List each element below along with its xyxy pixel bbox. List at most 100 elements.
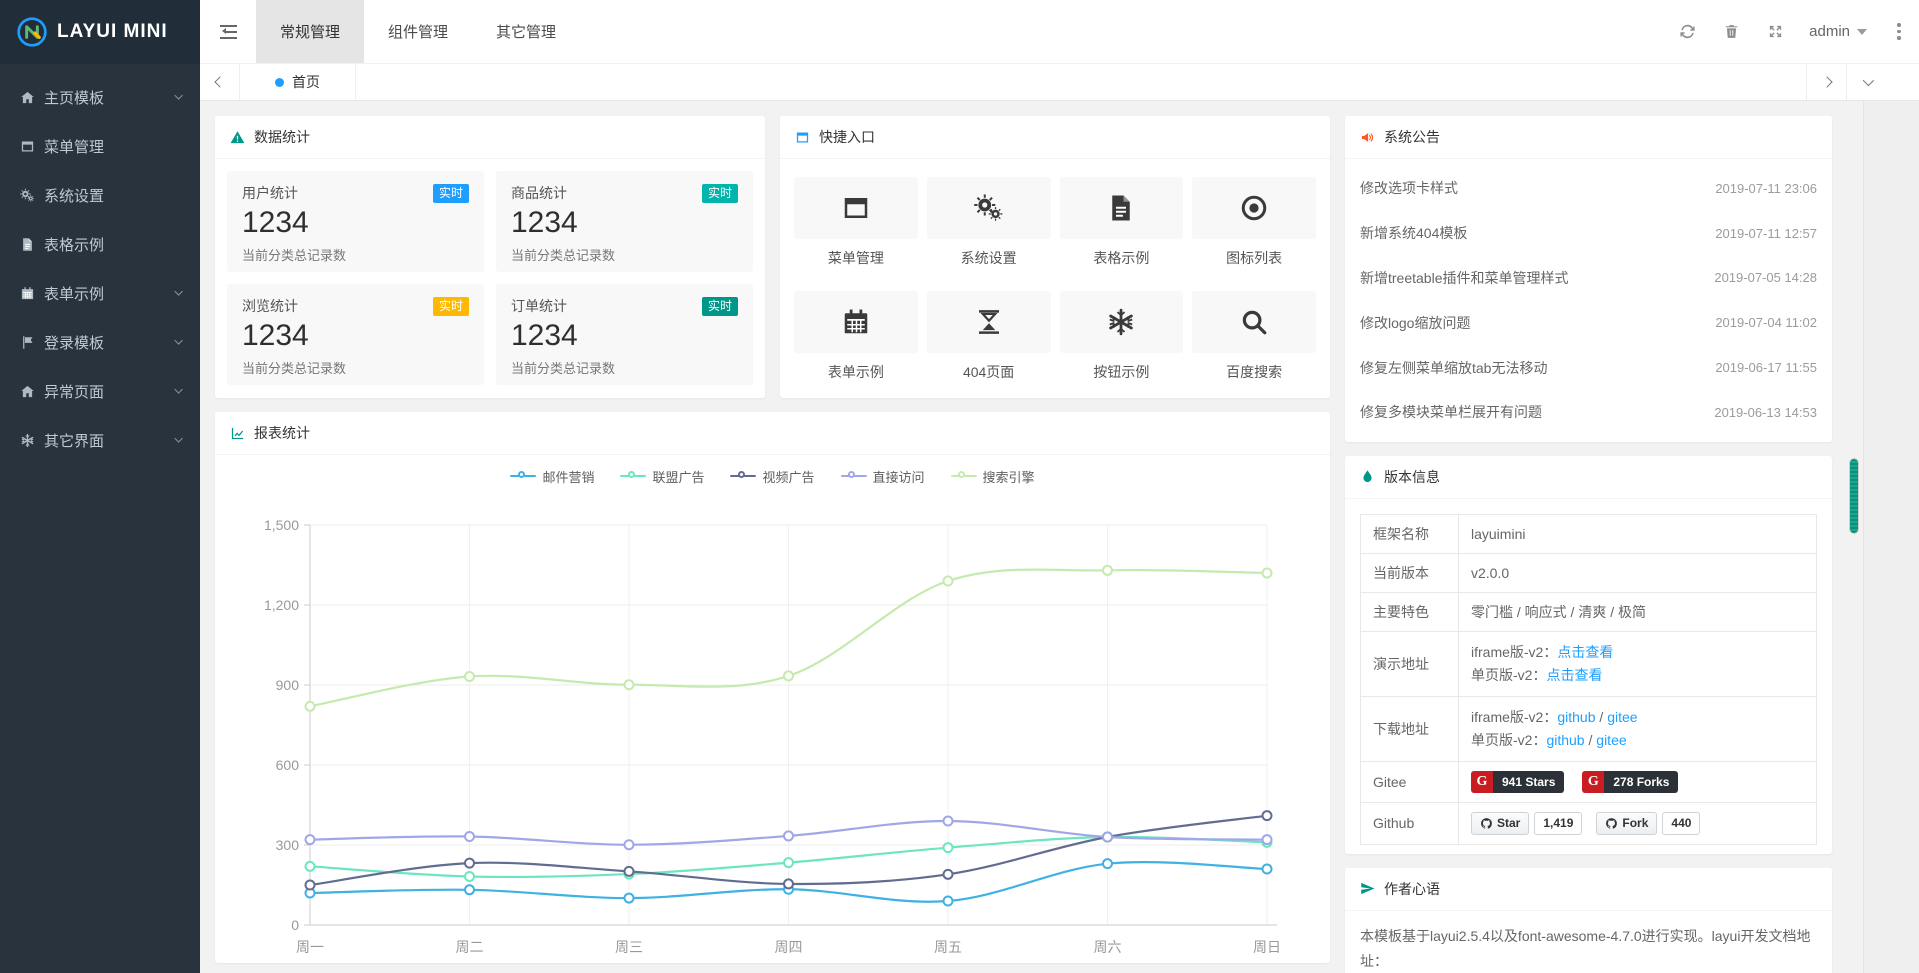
chevron-down-icon [1857,29,1867,35]
snowflake-icon [1106,307,1136,337]
scrollbar-thumb[interactable] [1849,458,1859,534]
legend-item-0[interactable]: 邮件营销 [510,467,594,486]
card-data-stats: 数据统计 用户统计实时1234当前分类总记录数商品统计实时1234当前分类总记录… [215,116,765,398]
svg-text:周一: 周一 [296,939,324,955]
github-fork-button[interactable]: Fork [1596,812,1657,835]
github-icon [1605,817,1618,830]
stat-label: 订单统计 [511,296,567,316]
version-row-label: 框架名称 [1361,514,1459,553]
stat-box-1[interactable]: 商品统计实时1234当前分类总记录数 [496,171,753,272]
announcement-row-3[interactable]: 修改logo缩放问题2019-07-04 11:02 [1345,300,1832,345]
version-table: 框架名称layuimini当前版本v2.0.0主要特色零门槛 / 响应式 / 清… [1360,514,1817,845]
announcement-row-5[interactable]: 修复多模块菜单栏展开有问题2019-06-13 14:53 [1345,390,1832,435]
tab-scroll-left-button[interactable] [200,64,240,100]
announcement-row-4[interactable]: 修复左侧菜单缩放tab无法移动2019-06-17 11:55 [1345,345,1832,390]
logo[interactable]: LAYUI MINI [0,0,200,64]
tab-scroll-right-button[interactable] [1806,64,1846,100]
sidebar-item-6[interactable]: 异常页面 [0,367,200,416]
announcement-row-0[interactable]: 修改选项卡样式2019-07-11 23:06 [1345,166,1832,211]
report-chart-svg: 03006009001,2001,500周一周二周三周四周五周六周日 [215,493,1300,963]
refresh-button[interactable] [1665,0,1709,63]
sidebar-item-1[interactable]: 菜单管理 [0,122,200,171]
sidebar-item-5[interactable]: 登录模板 [0,318,200,367]
chevron-left-icon [214,76,225,87]
author-line1: 本模板基于layui2.5.4以及font-awesome-4.7.0进行实现。… [1360,924,1817,973]
svg-text:周五: 周五 [934,939,962,955]
card-title: 作者心语 [1384,879,1440,899]
sidebar-item-7[interactable]: 其它界面 [0,416,200,465]
version-row-label: 当前版本 [1361,553,1459,592]
version-row-label: 下载地址 [1361,696,1459,761]
link-github[interactable]: github [1546,732,1584,748]
link-点击查看[interactable]: 点击查看 [1546,667,1602,683]
window-icon [795,130,810,145]
stat-box-2[interactable]: 浏览统计实时1234当前分类总记录数 [227,284,484,385]
shortcut-4[interactable]: 表单示例 [794,291,918,382]
megaphone-icon [1360,130,1375,145]
announcement-row-1[interactable]: 新增系统404模板2019-07-11 12:57 [1345,211,1832,256]
legend-item-1[interactable]: 联盟广告 [620,467,704,486]
stat-box-0[interactable]: 用户统计实时1234当前分类总记录数 [227,171,484,272]
shortcut-2[interactable]: 表格示例 [1060,177,1184,268]
stats-grid: 用户统计实时1234当前分类总记录数商品统计实时1234当前分类总记录数浏览统计… [215,159,765,397]
chart-legend: 邮件营销 联盟广告 视频广告 直接访问 搜索引擎 [215,469,1330,483]
status-badge: 实时 [702,297,738,316]
legend-marker-icon [510,471,536,482]
gitee-badge[interactable]: G941 Stars [1471,771,1564,793]
sidebar-menu: 主页模板菜单管理系统设置表格示例表单示例登录模板异常页面其它界面 [0,64,200,465]
chevron-down-icon [174,337,183,346]
gitee-badge[interactable]: G278 Forks [1582,771,1678,793]
legend-item-3[interactable]: 直接访问 [841,467,925,486]
shortcut-6[interactable]: 按钮示例 [1060,291,1184,382]
legend-item-2[interactable]: 视频广告 [730,467,814,486]
legend-label: 视频广告 [762,467,814,486]
chevron-down-icon [174,288,183,297]
link-gitee[interactable]: gitee [1596,732,1626,748]
github-star-button[interactable]: Star [1471,812,1529,835]
sidebar-item-3[interactable]: 表格示例 [0,220,200,269]
shortcut-5[interactable]: 404页面 [927,291,1051,382]
gitee-icon: G [1471,771,1493,793]
header-tab-1[interactable]: 组件管理 [364,0,472,63]
link-gitee[interactable]: gitee [1607,709,1637,725]
shortcut-7[interactable]: 百度搜索 [1192,291,1316,382]
header-tab-2[interactable]: 其它管理 [472,0,580,63]
link-github[interactable]: github [1557,709,1595,725]
announcement-date: 2019-07-11 12:57 [1715,226,1817,241]
link-点击查看[interactable]: 点击查看 [1557,644,1613,660]
sidebar-item-4[interactable]: 表单示例 [0,269,200,318]
shortcut-label: 百度搜索 [1192,362,1316,382]
sidebar-item-label: 表单示例 [44,283,104,304]
clear-cache-button[interactable] [1709,0,1753,63]
fullscreen-button[interactable] [1753,0,1797,63]
legend-marker-icon [951,471,977,482]
outer-scroll-area[interactable] [1863,101,1919,973]
announcement-row-2[interactable]: 新增treetable插件和菜单管理样式2019-07-05 14:28 [1345,256,1832,301]
legend-item-4[interactable]: 搜索引擎 [951,467,1035,486]
version-row-value: 零门槛 / 响应式 / 清爽 / 极简 [1459,592,1817,631]
legend-label: 搜索引擎 [983,467,1035,486]
tab-home[interactable]: 首页 [240,64,356,100]
card-title: 数据统计 [254,127,310,147]
stat-value: 1234 [511,319,738,353]
sidebar-item-2[interactable]: 系统设置 [0,171,200,220]
leaf-icon [1360,469,1375,484]
github-count[interactable]: 440 [1662,812,1700,835]
header-tab-0[interactable]: 常规管理 [256,0,364,63]
svg-text:周三: 周三 [615,939,643,955]
chevron-down-icon [1862,75,1873,86]
github-count[interactable]: 1,419 [1534,812,1582,835]
tab-operations-button[interactable] [1846,64,1886,100]
menu-collapse-button[interactable] [200,0,256,63]
expand-icon [1767,23,1784,40]
shortcut-1[interactable]: 系统设置 [927,177,1051,268]
stat-box-3[interactable]: 订单统计实时1234当前分类总记录数 [496,284,753,385]
shortcut-3[interactable]: 图标列表 [1192,177,1316,268]
gitee-icon: G [1582,771,1604,793]
version-row-value: layuimini [1459,514,1817,553]
user-menu[interactable]: admin [1797,0,1879,63]
sidebar-item-0[interactable]: 主页模板 [0,73,200,122]
more-options-button[interactable] [1879,0,1919,63]
card-data-stats-header: 数据统计 [215,116,765,159]
shortcut-0[interactable]: 菜单管理 [794,177,918,268]
